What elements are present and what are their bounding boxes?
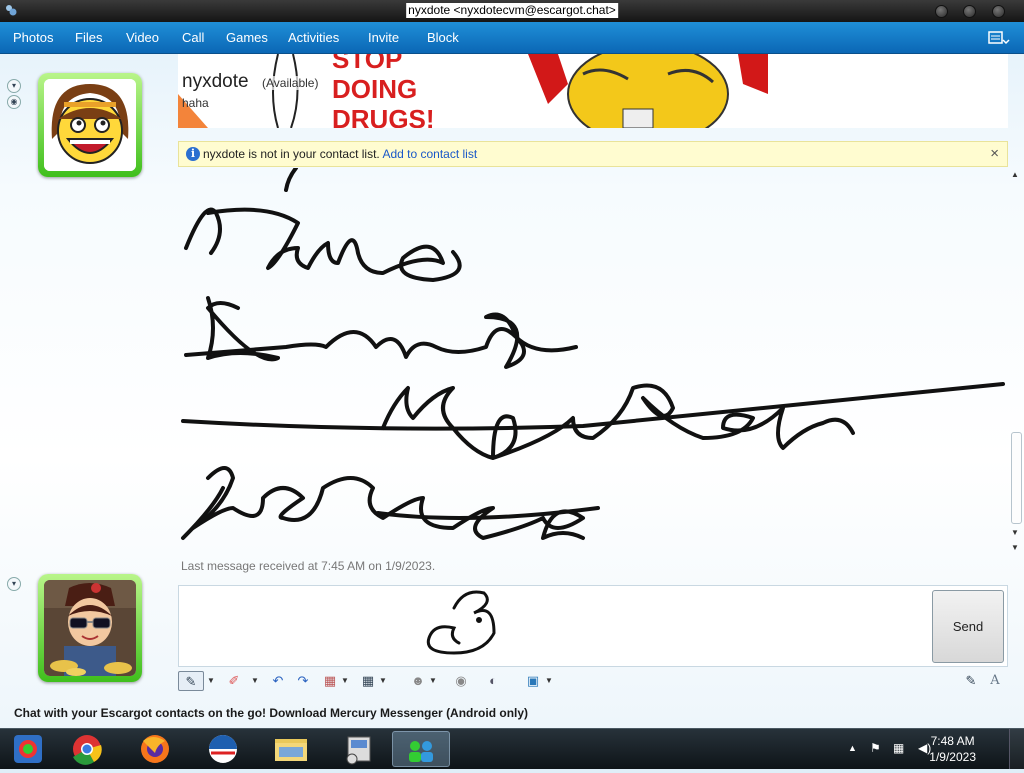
minimize-button[interactable] xyxy=(935,5,948,18)
compose-ink-drawing xyxy=(426,590,496,655)
scroll-down-icon[interactable]: ▼ xyxy=(1011,528,1019,537)
close-button[interactable] xyxy=(992,5,1005,18)
taskbar-escargot-app[interactable] xyxy=(0,731,58,767)
message-input[interactable] xyxy=(178,585,1008,667)
folder-icon xyxy=(275,739,307,761)
handwriting-ink xyxy=(181,168,1005,540)
eraser-dropdown-icon[interactable]: ▼ xyxy=(250,671,260,691)
self-avatar-image xyxy=(44,580,136,676)
taskbar-messenger-contacts[interactable] xyxy=(392,731,450,767)
collapse-contact-icon[interactable]: ▾ xyxy=(7,79,21,93)
taskbar: ▲ ⚑ ▦ ◀) 7:48 AM 1/9/2023 xyxy=(0,728,1024,769)
emoticon-icon[interactable]: ☻ xyxy=(408,671,428,691)
msn-icon xyxy=(209,735,237,763)
color-dropdown-icon[interactable]: ▼ xyxy=(340,671,350,691)
show-desktop-button[interactable] xyxy=(1009,729,1024,769)
emoticon-dropdown-icon[interactable]: ▼ xyxy=(428,671,438,691)
send-button[interactable]: Send xyxy=(932,590,1004,663)
contact-status: (Available) xyxy=(262,76,319,90)
scroll-up-icon[interactable]: ▲ xyxy=(1011,170,1019,179)
banner-text-1: STOP xyxy=(332,54,403,74)
color-palette-icon[interactable]: ▦ xyxy=(320,671,340,691)
conversation-scrollbar[interactable]: ▲ ▼ ▼ xyxy=(1009,168,1022,558)
menu-bar: Photos Files Video Call Games Activities… xyxy=(0,22,1024,54)
voice-clip-icon[interactable]: ◐ xyxy=(482,671,504,691)
menu-call[interactable]: Call xyxy=(182,30,204,45)
grid-dropdown-icon[interactable]: ▼ xyxy=(378,671,388,691)
pen-tool-icon[interactable]: ✎ xyxy=(178,671,204,691)
firefox-icon xyxy=(141,735,169,763)
menu-activities[interactable]: Activities xyxy=(288,30,339,45)
background-dropdown-icon[interactable]: ▼ xyxy=(544,671,554,691)
background-grid-icon[interactable]: ▦ xyxy=(358,671,378,691)
redo-icon[interactable]: ↷ xyxy=(293,671,313,691)
taskbar-chrome[interactable] xyxy=(58,731,116,767)
menu-invite[interactable]: Invite xyxy=(368,30,399,45)
taskbar-firefox[interactable] xyxy=(126,731,184,767)
pen-dropdown-icon[interactable]: ▼ xyxy=(206,671,216,691)
menu-games[interactable]: Games xyxy=(226,30,268,45)
contact-scene-banner: STOP DOING DRUGS! xyxy=(178,54,1008,128)
scrollbar-thumb[interactable] xyxy=(1011,432,1022,524)
taskbar-network-tool[interactable] xyxy=(330,731,388,767)
text-mode-icon[interactable]: A xyxy=(984,671,1006,691)
info-icon: i xyxy=(186,147,200,161)
eraser-tool-icon[interactable]: ✐ xyxy=(224,671,244,691)
messenger-contacts-icon xyxy=(409,741,433,762)
nudge-icon[interactable]: ◉ xyxy=(450,671,472,691)
maximize-button[interactable] xyxy=(963,5,976,18)
menu-video[interactable]: Video xyxy=(126,30,159,45)
handwriting-mode-icon[interactable]: ✎ xyxy=(960,671,982,691)
add-to-contact-list-link[interactable]: Add to contact list xyxy=(382,147,477,161)
escargot-icon xyxy=(14,735,42,763)
menu-files[interactable]: Files xyxy=(75,30,102,45)
last-message-timestamp: Last message received at 7:45 AM on 1/9/… xyxy=(181,559,436,573)
banner-text-3: DRUGS! xyxy=(332,104,435,128)
compose-toolbar: ✎ ▼ ✐ ▼ ↶ ↷ ▦ ▼ ▦ ▼ ☻ ▼ ◉ ◐ ▣ ▼ ✎ A xyxy=(178,668,1008,694)
scene-image xyxy=(178,54,768,128)
undo-icon[interactable]: ↶ xyxy=(268,671,288,691)
collapse-self-icon[interactable]: ▾ xyxy=(7,577,21,591)
show-menu-icon[interactable] xyxy=(986,28,1010,48)
menu-block[interactable]: Block xyxy=(427,30,459,45)
menu-photos[interactable]: Photos xyxy=(13,30,53,45)
title-bar: nyxdote <nyxdotecvm@escargot.chat> xyxy=(0,0,1024,22)
change-background-icon[interactable]: ▣ xyxy=(523,671,543,691)
network-tool-icon xyxy=(346,736,371,765)
clock-date: 1/9/2023 xyxy=(929,750,976,764)
taskbar-msn[interactable] xyxy=(194,731,252,767)
contact-name: nyxdote xyxy=(182,71,249,92)
action-center-flag-icon[interactable]: ⚑ xyxy=(870,741,881,755)
banner-text-2: DOING xyxy=(332,74,418,104)
window-title: nyxdote <nyxdotecvm@escargot.chat> xyxy=(406,3,618,18)
contact-list-infobar: i nyxdote is not in your contact list. A… xyxy=(178,141,1008,167)
scroll-end-icon[interactable]: ▼ xyxy=(1011,543,1019,552)
contact-personal-message: haha xyxy=(182,96,209,110)
close-infobar-icon[interactable]: × xyxy=(990,145,999,162)
taskbar-file-explorer[interactable] xyxy=(262,731,320,767)
clock-time: 7:48 AM xyxy=(930,734,975,748)
network-icon[interactable]: ▦ xyxy=(893,741,904,755)
self-avatar[interactable] xyxy=(38,574,142,682)
chrome-icon xyxy=(73,735,102,765)
show-hidden-icons[interactable]: ▲ xyxy=(848,743,857,753)
ink-message-area xyxy=(178,168,1008,553)
infobar-text: nyxdote is not in your contact list. xyxy=(203,147,380,161)
contact-avatar[interactable] xyxy=(38,73,142,177)
contact-card-icon[interactable]: ◉ xyxy=(7,95,21,109)
escargot-app-icon[interactable] xyxy=(4,3,18,17)
contact-avatar-image xyxy=(44,79,136,171)
system-clock[interactable]: 7:48 AM 1/9/2023 xyxy=(929,733,976,765)
mercury-ad-text[interactable]: Chat with your Escargot contacts on the … xyxy=(14,706,528,720)
